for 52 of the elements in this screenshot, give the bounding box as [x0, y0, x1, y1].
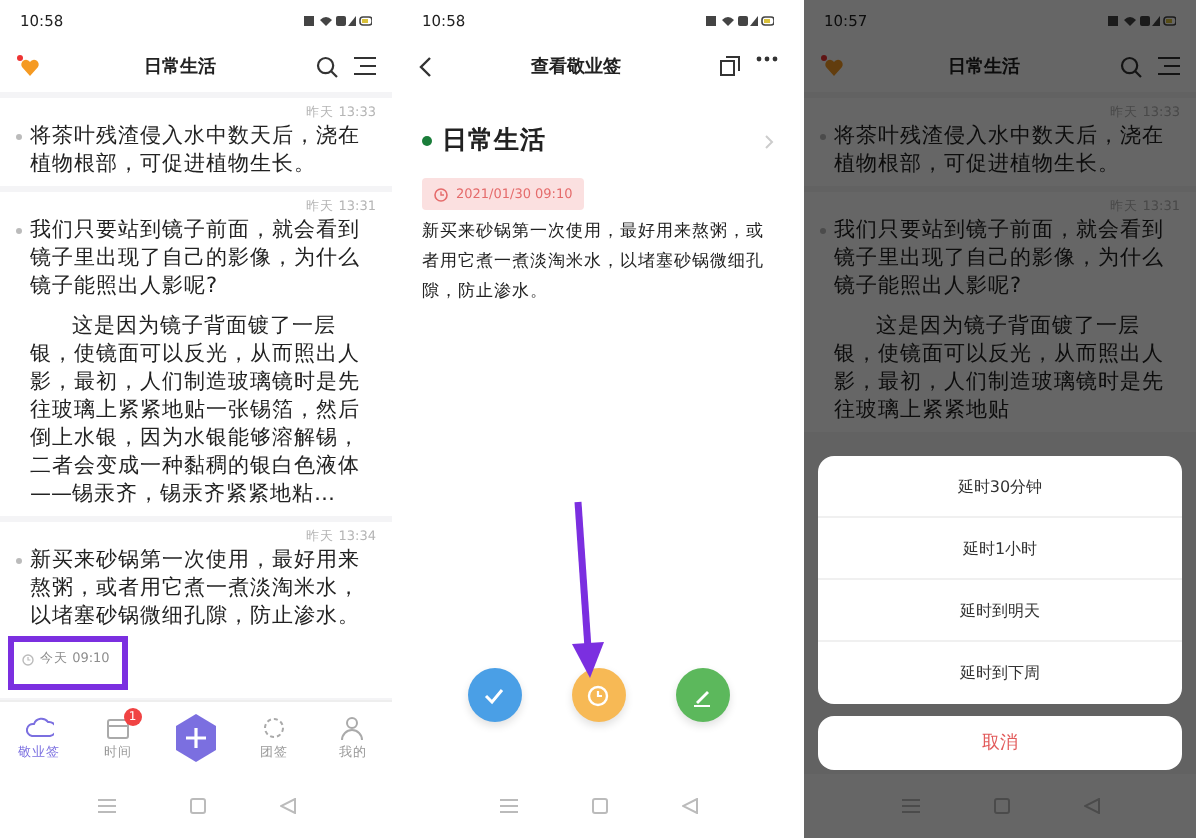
category-title: 日常生活	[442, 124, 548, 158]
bullet-icon	[16, 228, 22, 234]
note-body: 新买来砂锅第一次使用，最好用来熬粥，或者用它煮一煮淡淘米水，以堵塞砂锅微细孔隙，防止渗水。	[422, 220, 766, 306]
logo-icon	[820, 54, 848, 78]
delay-option[interactable]: 延时30分钟	[818, 456, 1182, 518]
cloud-icon	[25, 714, 54, 742]
clock-icon	[584, 681, 612, 709]
status-icons	[706, 13, 774, 27]
clock-icon	[22, 653, 34, 665]
more-icon[interactable]	[756, 56, 778, 62]
search-icon[interactable]	[316, 55, 338, 77]
bullet-icon	[16, 134, 22, 140]
delay-option[interactable]: 延时到下周	[818, 642, 1182, 704]
check-button[interactable]	[467, 668, 521, 722]
screen-title: 日常生活	[144, 54, 216, 79]
back-nav-icon[interactable]	[1083, 798, 1099, 814]
group-icon	[260, 714, 289, 742]
home-nav-icon[interactable]	[189, 798, 205, 814]
note-text: 将茶叶残渣侵入水中数天后，浇在植物根部，可促进植物生长。	[30, 122, 362, 178]
note-text: 我们只要站到镜子前面，就会看到镜子里出现了自己的影像，为什么镜子能照出人影呢?	[30, 216, 362, 300]
status-icons	[1108, 13, 1176, 27]
screen-title: 日常生活	[948, 54, 1020, 79]
menu-nav-icon[interactable]	[97, 798, 115, 814]
menu-nav-icon[interactable]	[499, 798, 517, 814]
menu-nav-icon[interactable]	[901, 798, 919, 814]
cancel-button[interactable]: 取消	[818, 716, 1182, 770]
status-icons	[304, 13, 372, 27]
pencil-button[interactable]	[675, 668, 729, 722]
home-nav-icon[interactable]	[591, 798, 607, 814]
note-text: 新买来砂锅第一次使用，最好用来熬粥，或者用它煮一煮淡淘米水，以堵塞砂锅微细孔隙，防止渗水。	[30, 546, 362, 630]
back-icon[interactable]	[418, 55, 432, 77]
menu-icon[interactable]	[354, 55, 376, 75]
delay-option[interactable]: 延时1小时	[818, 518, 1182, 580]
chevron-right-icon[interactable]	[764, 133, 774, 149]
clock-button[interactable]	[571, 668, 625, 722]
copy-icon[interactable]	[720, 56, 740, 76]
back-nav-icon[interactable]	[681, 798, 697, 814]
note-text: 将茶叶残渣侵入水中数天后，浇在植物根部，可促进植物生长。	[834, 122, 1166, 178]
note-text: 这是因为镜子背面镀了一层银，使镜面可以反光，从而照出人影，最初，人们制造玻璃镜时是先往玻璃上紧紧地贴一张锡箔，然后倒上水银，因为水银能够溶解锡，二者会变成一种黏稠的银白色液体——锡汞齐，锡汞齐紧紧地粘…	[30, 312, 362, 508]
bullet-icon	[16, 558, 22, 564]
logo-icon	[16, 54, 44, 78]
plus-icon	[174, 714, 218, 762]
screen-title: 查看敬业签	[531, 54, 621, 79]
category-dot	[422, 136, 432, 146]
home-nav-icon[interactable]	[993, 798, 1009, 814]
note-text: 这是因为镜子背面镀了一层银，使镜面可以反光，从而照出人影，最初，人们制造玻璃镜时是先往玻璃上紧紧地贴	[834, 312, 1166, 424]
person-icon	[338, 714, 367, 742]
calendar-icon	[103, 714, 132, 742]
clock-icon	[434, 187, 448, 201]
delay-option[interactable]: 延时到明天	[818, 580, 1182, 642]
back-nav-icon[interactable]	[279, 798, 295, 814]
note-text: 我们只要站到镜子前面，就会看到镜子里出现了自己的影像，为什么镜子能照出人影呢?	[834, 216, 1166, 300]
